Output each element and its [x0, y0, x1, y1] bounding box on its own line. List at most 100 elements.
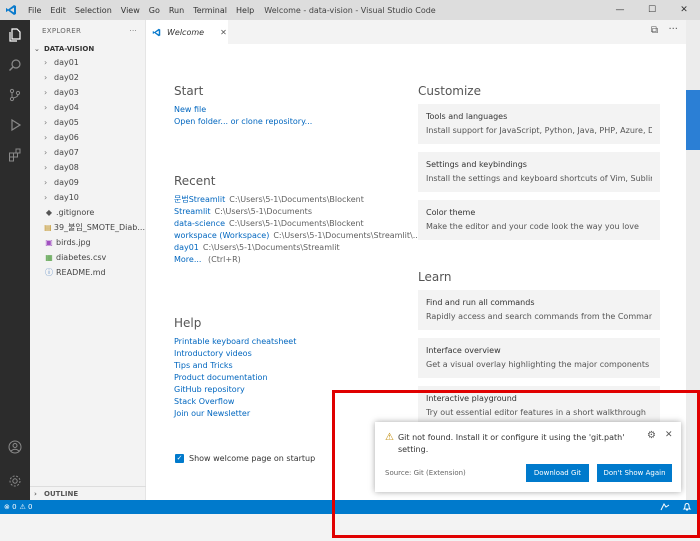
outline-section[interactable]: › OUTLINE — [30, 486, 146, 500]
notification-close-icon[interactable]: ✕ — [665, 430, 673, 440]
open-folder-link[interactable]: Open folder... or clone repository... — [174, 116, 389, 128]
menu-help[interactable]: Help — [236, 6, 254, 15]
recent-item-link[interactable]: data-science — [174, 219, 225, 228]
help-link[interactable]: Join our Newsletter — [174, 408, 389, 420]
tab-close-icon[interactable]: ✕ — [220, 28, 227, 37]
settings-gear-icon[interactable] — [0, 466, 30, 496]
tree-folder-item[interactable]: › day06 — [30, 130, 145, 145]
customize-card[interactable]: Color theme Make the editor and your code… — [418, 200, 660, 240]
help-link[interactable]: Introductory videos — [174, 348, 389, 360]
tree-file-item[interactable]: ▦ diabetes.csv — [30, 250, 145, 265]
help-link[interactable]: GitHub repository — [174, 384, 389, 396]
tree-folder-item[interactable]: › day03 — [30, 85, 145, 100]
explorer-icon[interactable] — [0, 20, 30, 50]
tab-welcome[interactable]: Welcome ✕ — [146, 20, 228, 44]
recent-item: day01 C:\Users\5-1\Documents\Streamlit — [174, 242, 419, 254]
recent-more-link[interactable]: More... — [174, 255, 201, 264]
notifications-bell-icon[interactable] — [682, 502, 692, 512]
menu-selection[interactable]: Selection — [75, 6, 112, 15]
minimize-button[interactable]: — — [604, 0, 636, 20]
menu-edit[interactable]: Edit — [50, 6, 66, 15]
recent-item: data-science C:\Users\5-1\Documents\Block… — [174, 218, 419, 230]
split-editor-icon[interactable]: ⧉ — [651, 25, 658, 36]
show-on-startup-row: ✓ Show welcome page on startup — [175, 454, 315, 463]
menu-go[interactable]: Go — [149, 6, 160, 15]
recent-item: 문법Streamlit C:\Users\5-1\Documents\Blocke… — [174, 194, 419, 206]
learn-card[interactable]: Interface overview Get a visual overlay h… — [418, 338, 660, 378]
chevron-right-icon: › — [44, 58, 48, 67]
recent-section: Recent 문법Streamlit C:\Users\5-1\Documents… — [174, 174, 421, 266]
source-control-icon[interactable] — [0, 80, 30, 110]
status-bar: ⊗ 0 ⚠ 0 — [0, 500, 700, 514]
outline-label: OUTLINE — [44, 489, 79, 498]
vscode-tab-icon — [152, 28, 161, 36]
card-description: Get a visual overlay highlighting the ma… — [426, 360, 652, 369]
tree-folder-item[interactable]: › day10 — [30, 190, 145, 205]
tree-item-label: day03 — [54, 88, 79, 97]
chevron-right-icon: › — [44, 88, 48, 97]
tree-folder-item[interactable]: › day01 — [30, 55, 145, 70]
recent-item-link[interactable]: 문법Streamlit — [174, 195, 225, 204]
maximize-button[interactable]: ☐ — [636, 0, 668, 20]
workspace-folder[interactable]: ⌄ DATA-VISION — [30, 42, 145, 55]
recent-item-link[interactable]: workspace (Workspace) — [174, 231, 269, 240]
recent-item-link[interactable]: Streamlit — [174, 207, 211, 216]
chevron-right-icon: › — [44, 103, 48, 112]
search-icon[interactable] — [0, 50, 30, 80]
new-file-link[interactable]: New file — [174, 104, 389, 116]
dont-show-again-button[interactable]: Don't Show Again — [597, 464, 672, 482]
tree-file-item[interactable]: ⓘ README.md — [30, 265, 145, 280]
learn-card[interactable]: Find and run all commands Rapidly access … — [418, 290, 660, 330]
tree-item-label: day07 — [54, 148, 79, 157]
tree-folder-item[interactable]: › day04 — [30, 100, 145, 115]
run-debug-icon[interactable] — [0, 110, 30, 140]
customize-card[interactable]: Tools and languages Install support for J… — [418, 104, 660, 144]
tree-file-item[interactable]: ▣ birds.jpg — [30, 235, 145, 250]
tree-folder-item[interactable]: › day09 — [30, 175, 145, 190]
warnings-indicator[interactable]: ⚠ 0 — [20, 503, 33, 511]
notification-settings-gear-icon[interactable]: ⚙ — [647, 430, 656, 441]
file-type-icon: ▦ — [45, 253, 53, 262]
card-title: Interactive playground — [426, 394, 517, 403]
help-link[interactable]: Product documentation — [174, 372, 389, 384]
chevron-right-icon: › — [44, 118, 48, 127]
menu-view[interactable]: View — [121, 6, 140, 15]
help-link[interactable]: Stack Overflow — [174, 396, 389, 408]
file-type-icon: ▤ — [44, 223, 52, 232]
file-type-icon: ⓘ — [45, 268, 53, 277]
tree-folder-item[interactable]: › day02 — [30, 70, 145, 85]
tree-folder-item[interactable]: › day05 — [30, 115, 145, 130]
recent-item-path: C:\Users\5-1\Documents\Streamlit\... — [273, 231, 421, 240]
warning-icon: ⚠ — [385, 432, 394, 443]
window-controls: — ☐ ✕ — [604, 0, 700, 20]
editor-more-actions-icon[interactable]: ··· — [668, 24, 678, 35]
help-link[interactable]: Printable keyboard cheatsheet — [174, 336, 389, 348]
learn-card[interactable]: Interactive playground Try out essential … — [418, 386, 660, 426]
customize-card[interactable]: Settings and keybindings Install the sett… — [418, 152, 660, 192]
explorer-title: EXPLORER — [42, 27, 82, 35]
explorer-more-button[interactable]: ··· — [129, 27, 137, 35]
tree-item-label: birds.jpg — [56, 238, 91, 247]
account-icon[interactable] — [0, 432, 30, 462]
menu-file[interactable]: File — [28, 6, 41, 15]
help-link[interactable]: Tips and Tricks — [174, 360, 389, 372]
recent-item-link[interactable]: day01 — [174, 243, 199, 252]
help-title: Help — [174, 316, 202, 330]
download-git-button[interactable]: Download Git — [526, 464, 589, 482]
live-share-icon[interactable] — [660, 502, 670, 512]
activity-bar — [0, 20, 30, 500]
menu-terminal[interactable]: Terminal — [193, 6, 227, 15]
card-title: Settings and keybindings — [426, 160, 527, 169]
tree-file-item[interactable]: ▤ 39_불임_SMOTE_Diab... — [30, 220, 145, 235]
show-on-startup-checkbox[interactable]: ✓ — [175, 454, 184, 463]
extensions-icon[interactable] — [0, 140, 30, 170]
tree-folder-item[interactable]: › day07 — [30, 145, 145, 160]
chevron-right-icon: › — [44, 148, 48, 157]
errors-indicator[interactable]: ⊗ 0 — [4, 503, 17, 511]
tree-file-item[interactable]: ◆ .gitignore — [30, 205, 145, 220]
recent-list: 문법Streamlit C:\Users\5-1\Documents\Blocke… — [174, 194, 421, 254]
tree-folder-item[interactable]: › day08 — [30, 160, 145, 175]
close-window-button[interactable]: ✕ — [668, 0, 700, 20]
menu-run[interactable]: Run — [169, 6, 184, 15]
recent-item-path: C:\Users\5-1\Documents\Streamlit — [202, 243, 340, 252]
